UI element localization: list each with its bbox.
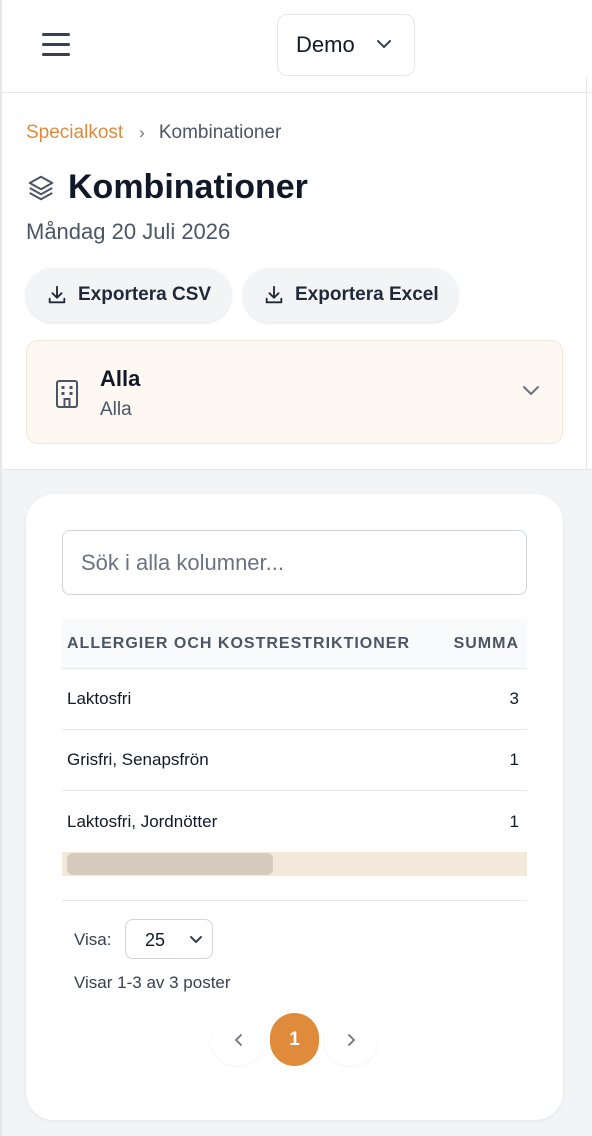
- chevron-right-icon: [347, 1034, 355, 1046]
- previous-page-button[interactable]: [211, 1015, 265, 1065]
- export-csv-button[interactable]: Exportera CSV: [26, 268, 231, 322]
- column-header-sum[interactable]: SUMMA: [454, 635, 519, 653]
- download-icon: [48, 285, 66, 304]
- export-excel-label: Exportera Excel: [295, 284, 439, 305]
- layers-icon: [28, 175, 54, 200]
- chevron-down-icon: [377, 40, 391, 48]
- page-size-value: 25: [145, 930, 166, 950]
- cell-allergy-name: Laktosfri, Jordnötter: [67, 811, 218, 831]
- next-page-button[interactable]: [324, 1015, 378, 1065]
- page-title: Kombinationer: [68, 168, 308, 206]
- unit-select-title: Alla: [100, 366, 141, 391]
- table-card: ALLERGIER OCH KOSTRESTRIKTIONER SUMMA La…: [26, 494, 563, 1120]
- organization-select-value: Demo: [296, 32, 355, 57]
- pagination-summary: Visar 1-3 av 3 poster: [74, 973, 231, 992]
- breadcrumb: Specialkost › Kombinationer: [26, 122, 281, 144]
- unit-select[interactable]: Alla Alla: [26, 340, 563, 444]
- cell-allergy-name: Grisfri, Senapsfrön: [67, 750, 209, 769]
- chevron-left-icon: [234, 1034, 242, 1046]
- organization-select[interactable]: Demo: [277, 14, 415, 76]
- column-header-allergies[interactable]: ALLERGIER OCH KOSTRESTRIKTIONER: [67, 635, 410, 653]
- page-header: Kombinationer: [26, 168, 308, 207]
- download-icon: [265, 285, 283, 304]
- export-csv-label: Exportera CSV: [78, 284, 212, 305]
- chevron-down-icon: [190, 936, 202, 943]
- search-input[interactable]: [62, 530, 527, 595]
- cell-allergy-name: Laktosfri: [67, 689, 132, 708]
- menu-button[interactable]: [42, 33, 74, 59]
- cell-sum: 3: [509, 689, 519, 708]
- top-bar: Demo: [2, 0, 592, 93]
- combinations-table: ALLERGIER OCH KOSTRESTRIKTIONER SUMMA La…: [62, 619, 527, 852]
- horizontal-scrollbar[interactable]: [62, 852, 527, 876]
- table-row: Laktosfri 3: [62, 669, 527, 730]
- cell-sum: 1: [509, 811, 519, 831]
- page-button-current[interactable]: 1: [270, 1013, 319, 1066]
- hamburger-icon: [42, 33, 70, 36]
- table-row: Laktosfri, Jordnötter 1: [62, 791, 527, 852]
- divider: [62, 900, 527, 901]
- breadcrumb-current: Kombinationer: [158, 122, 282, 143]
- unit-select-subtitle: Alla: [100, 399, 132, 420]
- cell-sum: 1: [509, 750, 519, 769]
- page-date: Måndag 20 Juli 2026: [26, 219, 231, 244]
- table-row: Grisfri, Senapsfrön 1: [62, 730, 527, 791]
- building-icon: [56, 380, 78, 408]
- breadcrumb-link-specialkost[interactable]: Specialkost: [26, 122, 123, 144]
- page-size-select[interactable]: 25: [125, 919, 213, 959]
- page-size-label: Visa:: [74, 930, 112, 949]
- frame-border-right: [586, 78, 587, 470]
- breadcrumb-separator: ›: [139, 123, 145, 142]
- table-header: ALLERGIER OCH KOSTRESTRIKTIONER SUMMA: [62, 619, 527, 669]
- export-excel-button[interactable]: Exportera Excel: [243, 268, 458, 322]
- scrollbar-thumb[interactable]: [67, 853, 273, 875]
- chevron-down-icon: [523, 386, 539, 395]
